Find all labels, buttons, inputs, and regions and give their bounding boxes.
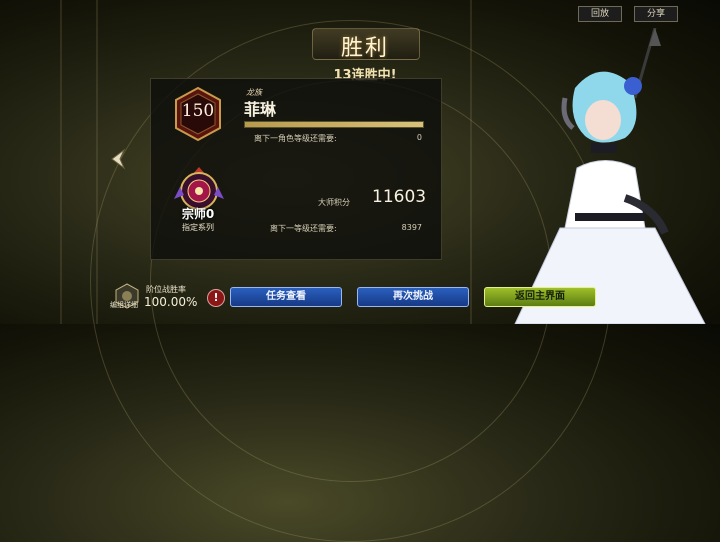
result-title: 胜利 — [340, 36, 389, 61]
next-level-label: 离下一角色等级还需要: — [254, 134, 337, 143]
master-points-value: 11603 — [372, 187, 427, 207]
master-points-label: 大师积分 — [318, 198, 350, 207]
next-rank-label: 离下一等级还需要: — [270, 224, 337, 233]
next-rank-value: 8397 — [401, 223, 422, 232]
xp-progress-bar — [244, 121, 424, 128]
retry-button[interactable]: 再次挑战 — [357, 287, 469, 307]
character-name: 菲琳 — [244, 100, 277, 119]
home-button[interactable]: 返回主界面 — [484, 287, 596, 307]
replay-button[interactable]: 回放 — [578, 6, 622, 22]
rank-label: 宗师0 — [181, 207, 215, 221]
mission-button[interactable]: 任务查看 — [230, 287, 342, 307]
character-level: 150 — [181, 101, 215, 121]
win-rate-title: 阶位战胜率 — [146, 285, 186, 294]
background-pillar — [470, 0, 472, 324]
next-level-value: 0 — [416, 133, 422, 142]
background-pillar — [60, 0, 62, 324]
back-arrow-icon[interactable] — [110, 148, 126, 170]
background-pillar — [96, 0, 98, 324]
share-button[interactable]: 分享 — [634, 6, 678, 22]
alert-icon[interactable]: ! — [207, 289, 225, 307]
series-label: 指定系列 — [182, 223, 214, 232]
deck-detail-link[interactable]: 编组详细 — [110, 300, 138, 310]
xp-progress-fill — [245, 122, 423, 127]
character-portrait — [514, 28, 706, 324]
win-rate-value: 100.00% — [144, 295, 198, 309]
